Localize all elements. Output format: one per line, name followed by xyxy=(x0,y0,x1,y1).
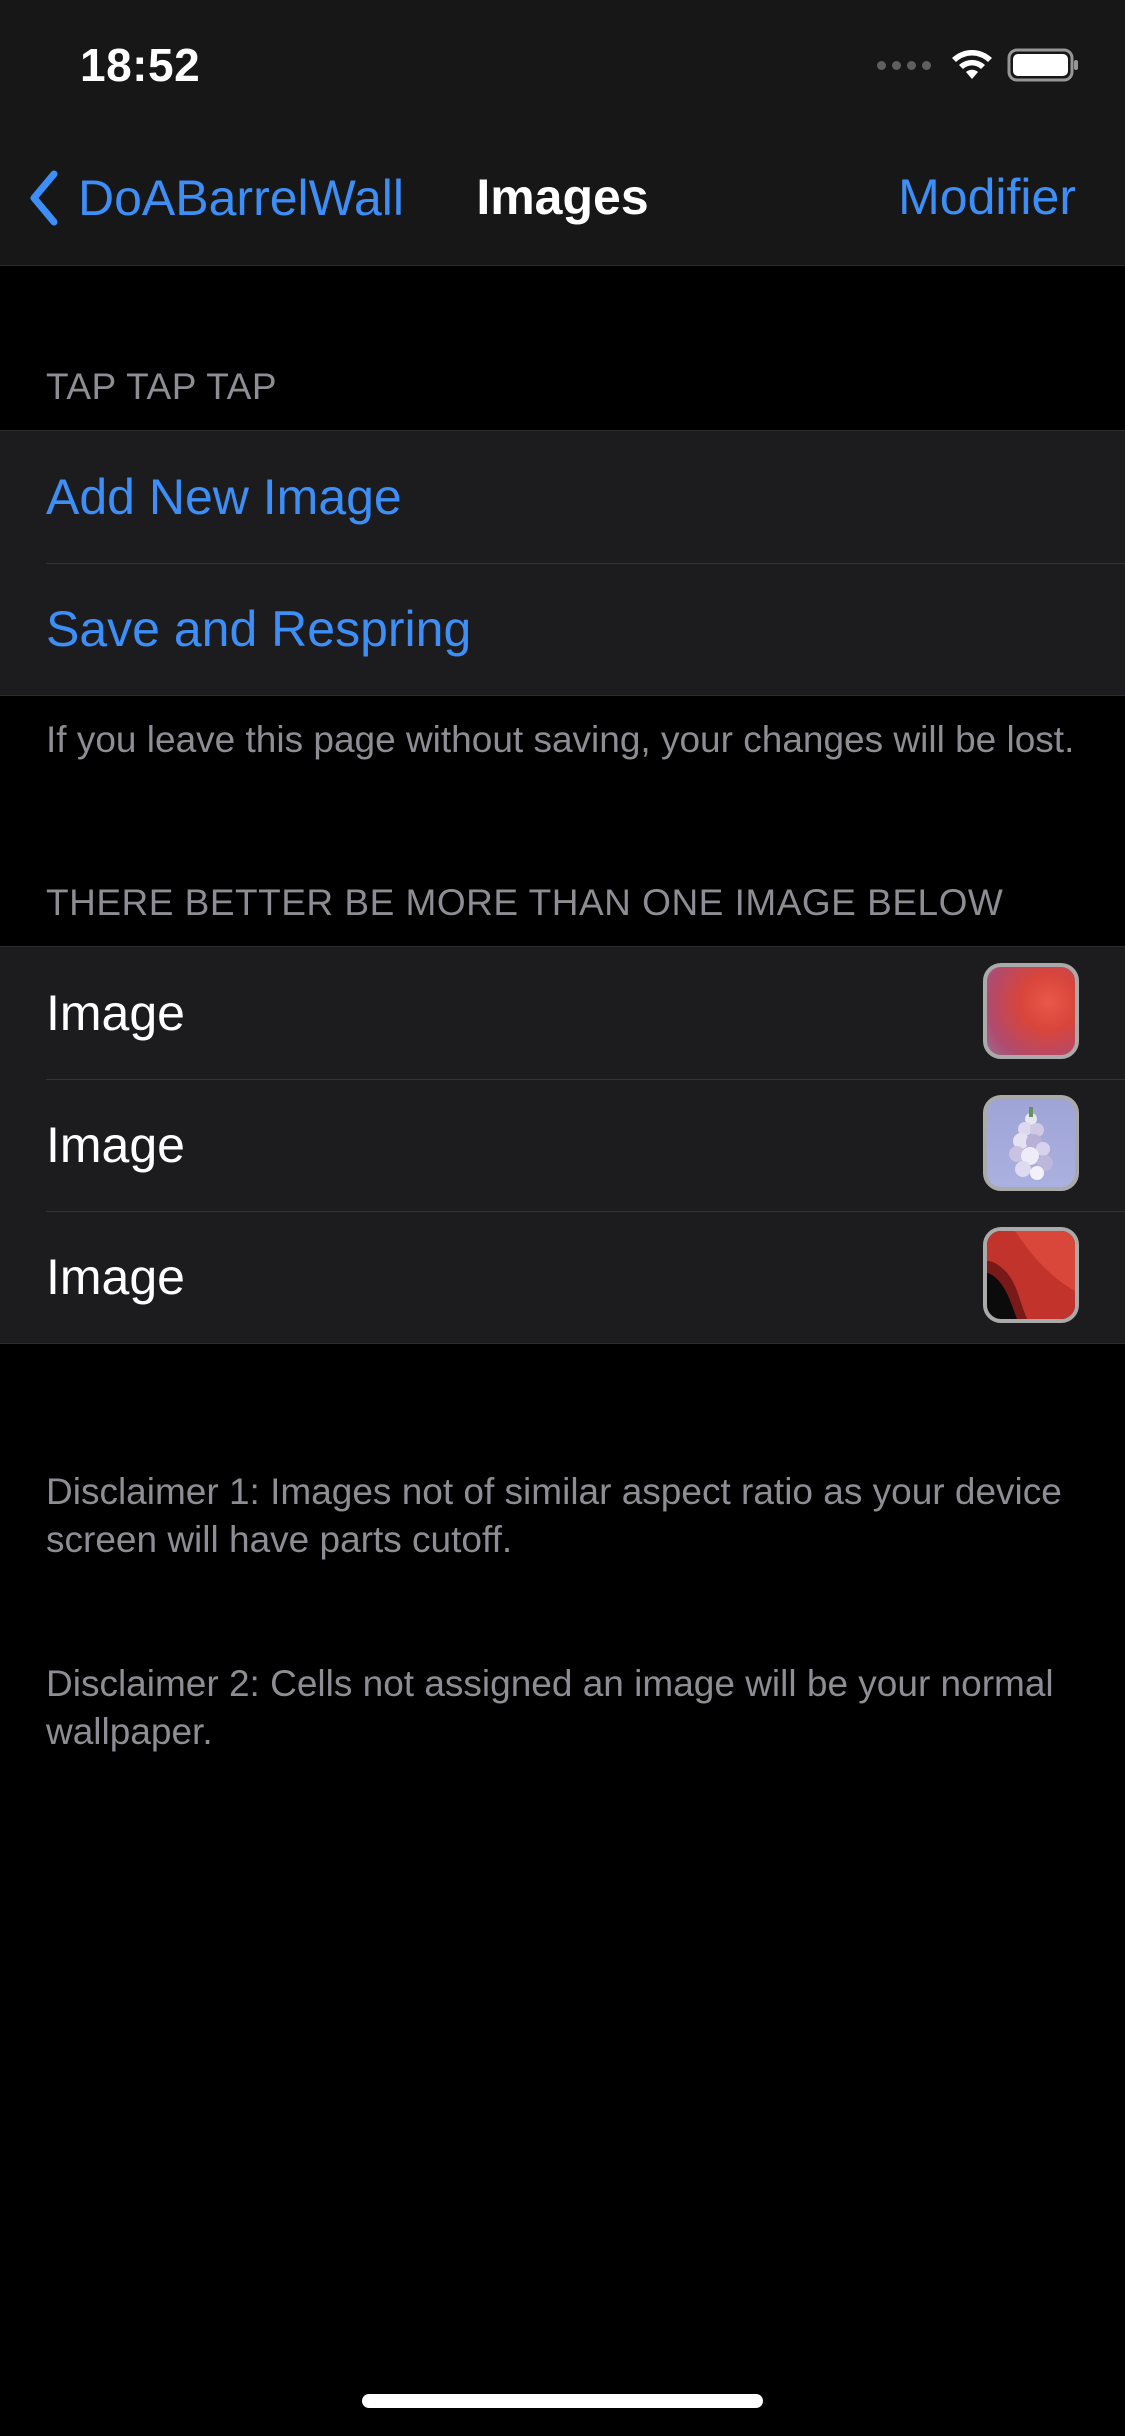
image-thumbnail xyxy=(983,1095,1079,1191)
chevron-left-icon xyxy=(30,170,58,226)
images-group: Image Image Image xyxy=(0,946,1125,1344)
image-row[interactable]: Image xyxy=(0,1079,1125,1211)
status-icons xyxy=(877,48,1081,82)
disclaimer-1: Disclaimer 1: Images not of similar aspe… xyxy=(46,1471,1062,1560)
back-button-label: DoABarrelWall xyxy=(78,170,405,226)
modify-button[interactable]: Modifier xyxy=(898,168,1076,226)
image-row[interactable]: Image xyxy=(0,1211,1125,1343)
back-button[interactable]: DoABarrelWall xyxy=(24,168,404,228)
add-new-image-button[interactable]: Add New Image xyxy=(0,431,1125,563)
image-row-label: Image xyxy=(46,1117,185,1173)
navigation-bar: 18:52 DoABarrelWall Images Modifier xyxy=(0,0,1125,266)
image-row-label: Image xyxy=(46,985,185,1041)
home-indicator[interactable] xyxy=(362,2394,763,2408)
flower-thumbnail-art xyxy=(1009,1107,1053,1180)
image-thumbnail xyxy=(983,963,1079,1059)
disclaimer-2: Disclaimer 2: Cells not assigned an imag… xyxy=(46,1663,1054,1752)
actions-group: Add New Image Save and Respring xyxy=(0,430,1125,696)
wave-thumbnail-art xyxy=(987,1231,1075,1319)
battery-icon xyxy=(1007,48,1078,82)
status-time: 18:52 xyxy=(80,39,201,91)
section-header-images: THERE BETTER BE MORE THAN ONE IMAGE BELO… xyxy=(46,882,1004,923)
section-header-actions: TAP TAP TAP xyxy=(46,366,278,407)
image-thumbnail xyxy=(983,1227,1079,1323)
image-row[interactable]: Image xyxy=(0,947,1125,1079)
save-and-respring-button[interactable]: Save and Respring xyxy=(0,563,1125,695)
image-row-label: Image xyxy=(46,1249,185,1305)
wifi-icon xyxy=(952,50,992,79)
section-footer-actions: If you leave this page without saving, y… xyxy=(46,719,1075,760)
cellular-signal-icon xyxy=(877,60,931,70)
